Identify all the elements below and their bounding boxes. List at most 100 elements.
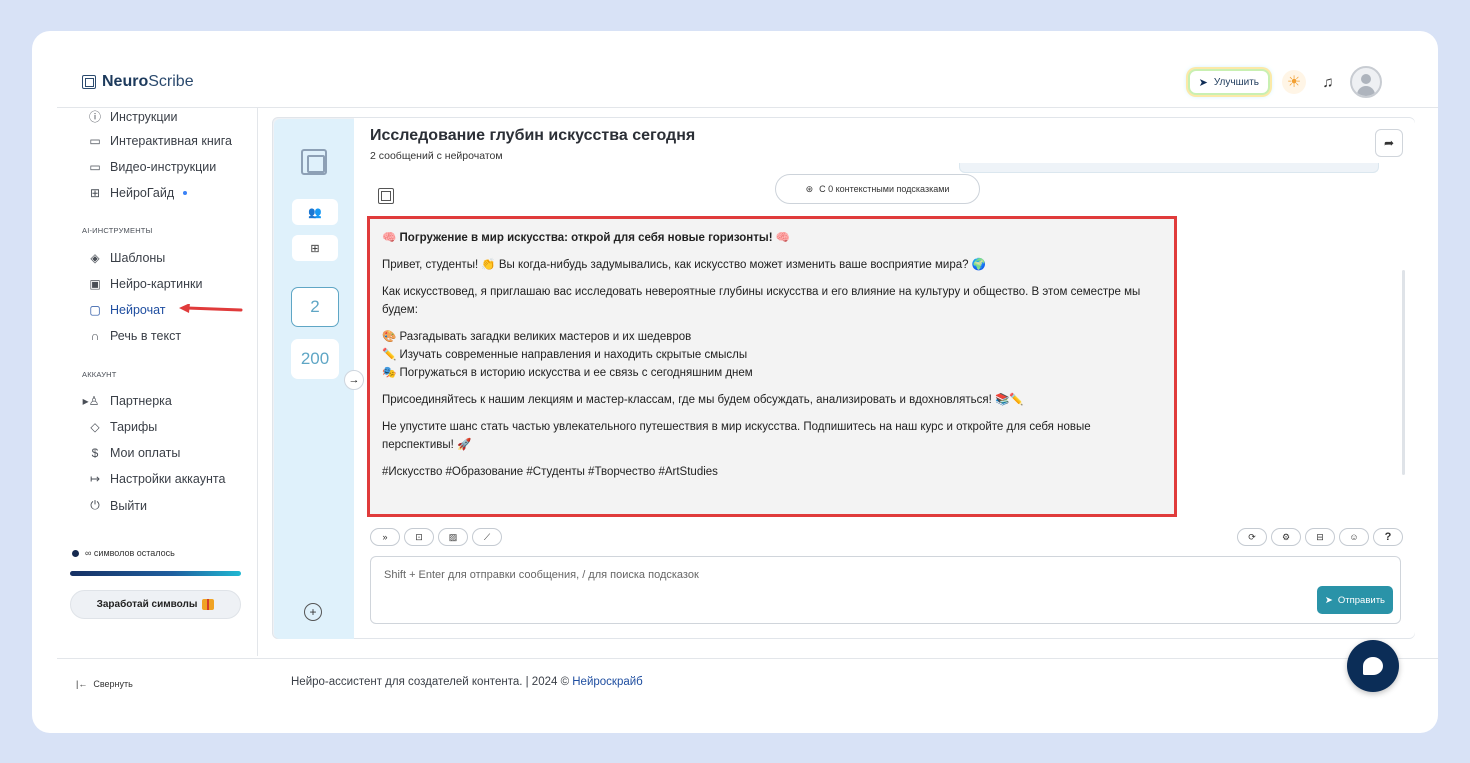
image-icon: ▣	[89, 277, 101, 291]
sidebar-item-label: Мои оплаты	[110, 446, 181, 460]
bot-tool-button[interactable]: ☺	[1339, 528, 1369, 546]
expand-tool-button[interactable]: »	[370, 528, 400, 546]
send-button[interactable]: ➤ Отправить	[1316, 586, 1393, 614]
list-item: 🎭 Погружаться в историю искусства и ее с…	[382, 367, 753, 379]
sidebar-item-label: Видео-инструкции	[110, 160, 217, 174]
layout-icon: ⊟	[1316, 531, 1324, 542]
rail-chat-count-selected[interactable]: 2	[291, 287, 339, 327]
power-icon: ⏻	[90, 498, 100, 512]
sidebar-item-tariffs[interactable]: ◇ Тарифы	[88, 420, 157, 434]
sidebar-item-label: Интерактивная книга	[110, 134, 232, 148]
send-label: Отправить	[1337, 594, 1385, 606]
notifications-bell-icon[interactable]: ♫	[1318, 74, 1338, 91]
login-icon: ↦	[89, 472, 101, 486]
sidebar-item-instructions[interactable]: ⓘ Инструкции	[88, 108, 178, 125]
status-dot	[72, 549, 79, 557]
sidebar-item-account-settings[interactable]: ↦ Настройки аккаунта	[88, 472, 225, 486]
help-tool-button[interactable]: ?	[1373, 528, 1403, 546]
sidebar-item-label: Настройки аккаунта	[110, 472, 226, 486]
bot-avatar-icon	[378, 188, 394, 204]
logo-icon	[82, 75, 96, 89]
footer-divider	[57, 658, 1438, 659]
rail-apps-button[interactable]: ⊞	[292, 235, 338, 261]
sidebar-item-neuroguide[interactable]: ⊞ НейроГайд	[88, 186, 188, 200]
sidebar-item-label: Шаблоны	[110, 251, 166, 265]
upload-tool-button[interactable]: ⊡	[404, 528, 434, 546]
theme-toggle-sun-icon[interactable]: ☀	[1282, 70, 1306, 94]
magic-tool-button[interactable]: ⟋	[472, 528, 502, 546]
message-paragraph: Как искусствовед, я приглашаю вас исслед…	[382, 286, 1141, 316]
new-dot-badge	[183, 191, 188, 195]
sidebar-item-speech-to-text[interactable]: ∩ Речь в текст	[88, 329, 181, 343]
footer: Нейро-ассистент для создателей контента.…	[291, 676, 643, 688]
logo[interactable]: NeuroScribe	[82, 73, 194, 91]
chat-content: Исследование глубин искусства сегодня 2 …	[354, 118, 1415, 638]
chat-scrollbar[interactable]	[1402, 270, 1405, 475]
collapse-rail-button[interactable]: →	[344, 370, 364, 390]
collapse-label: Свернуть	[93, 679, 133, 689]
video-icon: ▭	[89, 160, 101, 174]
message-paragraph: Присоединяйтесь к нашим лекциям и мастер…	[382, 394, 1024, 406]
send-arrow-icon: ➤	[1198, 76, 1208, 89]
neuroscribe-logo-icon	[301, 149, 327, 175]
context-hints-label: С 0 контекстными подсказками	[819, 184, 950, 194]
input-tools-right: ⟳ ⚙ ⊟ ☺ ?	[1237, 528, 1403, 546]
rail-users-button[interactable]: 👥	[292, 199, 338, 225]
support-chat-button[interactable]	[1347, 640, 1399, 692]
robot-icon: ☺	[1349, 532, 1359, 542]
layout-tool-button[interactable]: ⊟	[1305, 528, 1335, 546]
message-heading: 🧠 Погружение в мир искусства: открой для…	[382, 229, 1162, 247]
share-button[interactable]: ➦	[1375, 129, 1403, 157]
puzzle-icon: ⟳	[1248, 531, 1256, 542]
chat-rail: 👥 ⊞ 2 200 +	[274, 119, 354, 639]
message-heading-text: Погружение в мир искусства: открой для с…	[399, 232, 773, 244]
plus-icon: +	[309, 605, 317, 619]
section-account: АККАУНТ	[82, 370, 117, 379]
bot-message: 🧠 Погружение в мир искусства: открой для…	[367, 216, 1177, 517]
sidebar-item-label: Партнерка	[110, 394, 172, 408]
sidebar-item-label: Выйти	[110, 498, 148, 513]
sidebar-item-templates[interactable]: ◈ Шаблоны	[88, 251, 165, 265]
collapse-sidebar-button[interactable]: |← Свернуть	[76, 679, 133, 689]
sidebar-item-neurochat[interactable]: ▢ Нейрочат	[88, 303, 165, 317]
symbols-remaining-label: ∞ символов осталось	[85, 548, 175, 558]
earn-symbols-button[interactable]: Заработай символы	[70, 590, 241, 619]
send-arrow-icon: ➤	[1324, 594, 1333, 606]
magic-wand-icon: ⟋	[483, 531, 491, 542]
user-avatar[interactable]	[1350, 66, 1382, 98]
sidebar-item-payments[interactable]: $ Мои оплаты	[88, 446, 181, 460]
brain-emoji-icon: 🧠	[775, 232, 791, 244]
sidebar-item-neuro-images[interactable]: ▣ Нейро-картинки	[88, 277, 202, 291]
tag-icon: ◇	[90, 420, 100, 434]
share-icon: ➦	[1383, 136, 1395, 150]
plugin-tool-button[interactable]: ⟳	[1237, 528, 1267, 546]
dollar-icon: $	[91, 446, 99, 460]
upgrade-button[interactable]: ➤ Улучшить	[1187, 69, 1270, 95]
footer-link[interactable]: Нейроскрайб	[572, 676, 643, 688]
apps-grid-icon: ⊞	[310, 242, 320, 255]
sidebar: ⓘ Инструкции ▭ Интерактивная книга ▭ Видео-…	[57, 108, 258, 656]
rail-chat-count-total[interactable]: 200	[291, 339, 339, 379]
arrow-right-icon: →	[348, 374, 360, 386]
settings-tool-button[interactable]: ⚙	[1271, 528, 1301, 546]
sidebar-item-partners[interactable]: ▸♙ Партнерка	[80, 394, 172, 408]
sidebar-item-label: Инструкции	[110, 109, 178, 124]
context-hints-button[interactable]: ⊛ С 0 контекстными подсказками	[775, 174, 980, 204]
message-paragraph: Привет, студенты! 👏 Вы когда-нибудь заду…	[382, 259, 987, 271]
chat-bubble-icon: ▢	[89, 303, 101, 317]
section-ai-tools: AI-ИНСТРУМЕНТЫ	[82, 226, 153, 235]
app-window: NeuroScribe ➤ Улучшить ☀ ♫ ⓘ Инструкции ▭…	[32, 31, 1438, 733]
sidebar-item-interactive-book[interactable]: ▭ Интерактивная книга	[88, 134, 232, 148]
chat-title: Исследование глубин искусства сегодня	[370, 127, 696, 144]
message-input[interactable]: Shift + Enter для отправки сообщения, / …	[370, 556, 1401, 624]
sidebar-item-logout[interactable]: ⏻ Выйти	[88, 498, 147, 513]
help-circle-icon: ⓘ	[88, 110, 101, 124]
chat-subtitle: 2 сообщений с нейрочатом	[370, 150, 503, 162]
message-hashtags: #Искусство #Образование #Студенты #Творч…	[382, 466, 718, 478]
gift-icon	[202, 599, 215, 610]
sidebar-item-video-instructions[interactable]: ▭ Видео-инструкции	[88, 160, 216, 174]
symbols-progress-bar	[70, 571, 241, 576]
image-tool-button[interactable]: ▨	[438, 528, 468, 546]
add-chat-button[interactable]: +	[304, 603, 322, 621]
footer-text: Нейро-ассистент для создателей контента.…	[291, 676, 573, 688]
